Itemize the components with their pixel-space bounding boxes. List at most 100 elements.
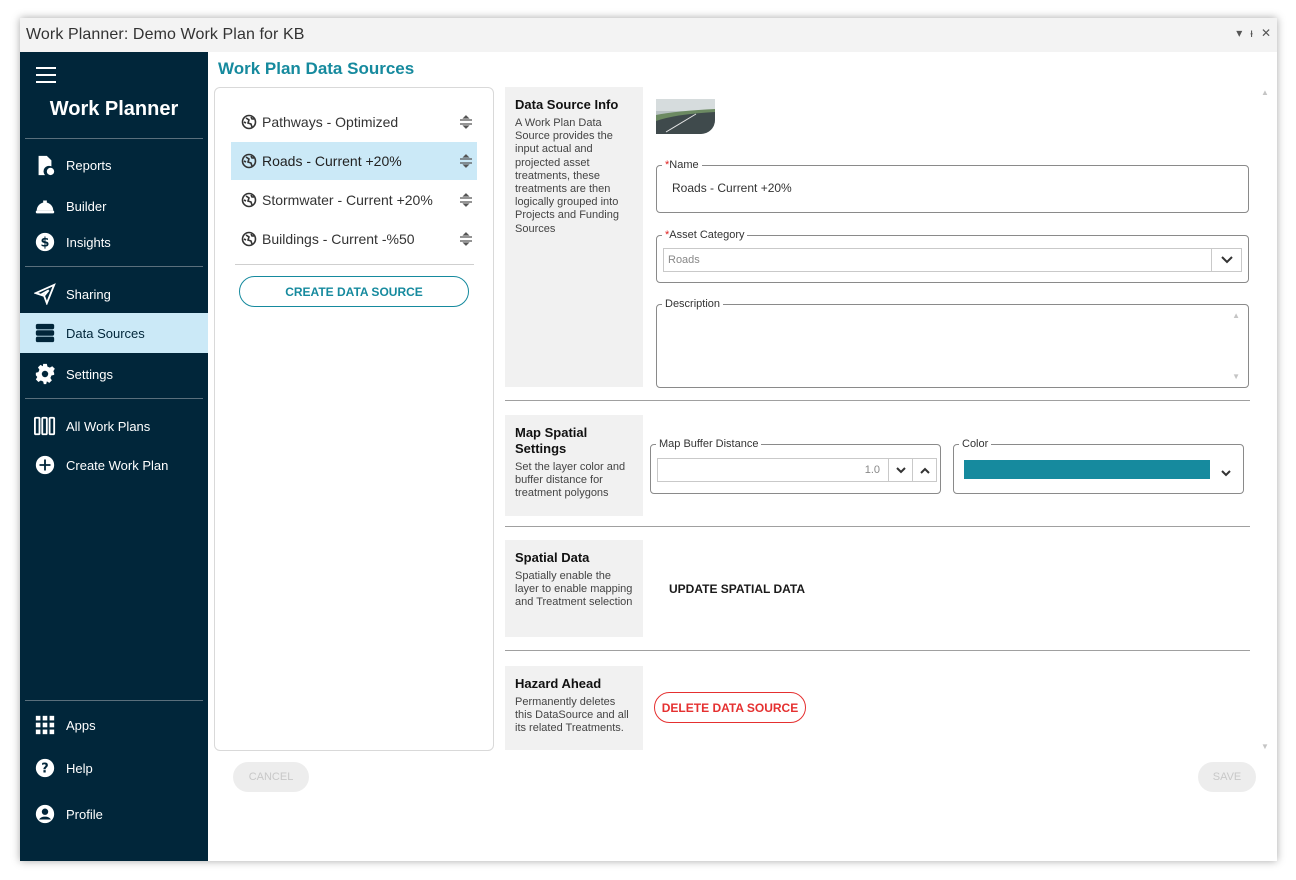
page-scroll-down-icon[interactable]: ▼: [1261, 742, 1269, 751]
section-description: Permanently deletes this DataSource and …: [515, 696, 629, 735]
window-title: Work Planner: Demo Work Plan for KB: [26, 26, 305, 43]
map-spatial-settings-section: Map Spatial Settings Set the layer color…: [505, 415, 643, 516]
sidebar-item-label: Builder: [66, 198, 107, 214]
data-source-label: Roads - Current +20%: [262, 153, 402, 169]
pin-icon[interactable]: ᵻ: [1250, 26, 1253, 40]
section-description: Set the layer color and buffer distance …: [515, 461, 626, 500]
increment-chevron-up-icon[interactable]: [912, 459, 936, 481]
sidebar-divider: [25, 398, 203, 399]
drag-handle-icon[interactable]: [459, 115, 473, 129]
map-buffer-distance-input[interactable]: 1.0: [657, 458, 937, 482]
section-divider: [505, 650, 1250, 651]
map-buffer-distance-field[interactable]: Map Buffer Distance 1.0: [650, 437, 941, 494]
sidebar: Work Planner Reports Builder $ Insights …: [20, 52, 208, 861]
list-item[interactable]: Pathways - Optimized: [231, 103, 477, 141]
sidebar-item-all-work-plans[interactable]: All Work Plans: [20, 406, 208, 446]
sidebar-item-label: All Work Plans: [66, 418, 151, 434]
create-data-source-button[interactable]: CREATE DATA SOURCE: [239, 276, 469, 307]
database-icon: [34, 322, 56, 344]
app-brand: Work Planner: [49, 98, 179, 120]
list-item[interactable]: Buildings - Current -%50: [231, 220, 477, 258]
name-field[interactable]: *Name Roads - Current +20%: [656, 158, 1249, 213]
scroll-down-icon[interactable]: ▼: [1232, 372, 1240, 381]
asset-category-select[interactable]: Roads: [663, 248, 1242, 272]
sidebar-item-help[interactable]: ? Help: [20, 748, 208, 788]
sidebar-divider: [25, 700, 203, 701]
sidebar-item-label: Data Sources: [66, 325, 145, 341]
cancel-button[interactable]: CANCEL: [233, 762, 309, 792]
data-source-info-section: Data Source Info A Work Plan Data Source…: [505, 87, 643, 387]
title-bar: Work Planner: Demo Work Plan for KB ▾ ᵻ …: [20, 18, 1277, 52]
hardhat-icon: [34, 195, 56, 217]
sidebar-item-label: Settings: [66, 366, 113, 382]
grid-icon: [34, 714, 56, 736]
map-buffer-distance-label: Map Buffer Distance: [656, 437, 762, 451]
dollar-icon: $: [34, 231, 56, 253]
sidebar-item-apps[interactable]: Apps: [20, 705, 208, 745]
section-divider: [505, 400, 1250, 401]
drag-handle-icon[interactable]: [459, 193, 473, 207]
sidebar-item-label: Profile: [66, 806, 103, 822]
data-source-label: Buildings - Current -%50: [262, 231, 415, 247]
decrement-chevron-down-icon[interactable]: [888, 459, 912, 481]
chevron-down-icon[interactable]: [1221, 464, 1231, 482]
spatial-data-section: Spatial Data Spatially enable the layer …: [505, 540, 643, 637]
section-title: Spatial Data: [515, 550, 590, 565]
asset-category-field[interactable]: *Asset Category Roads: [656, 228, 1249, 283]
section-divider: [505, 526, 1250, 527]
drag-handle-icon[interactable]: [459, 154, 473, 168]
sidebar-divider: [25, 266, 203, 267]
sidebar-divider: [25, 138, 203, 139]
sidebar-item-builder[interactable]: Builder: [20, 186, 208, 226]
save-button[interactable]: SAVE: [1198, 762, 1256, 792]
list-item[interactable]: Stormwater - Current +20%: [231, 181, 477, 219]
globe-icon: [241, 153, 257, 169]
sidebar-item-label: Reports: [66, 157, 112, 173]
description-label: Description: [662, 297, 724, 311]
sidebar-item-settings[interactable]: Settings: [20, 354, 208, 394]
window-controls: ▾ ᵻ ✕: [1236, 26, 1271, 40]
list-item[interactable]: Roads - Current +20%: [231, 142, 477, 180]
sidebar-item-label: Insights: [66, 234, 111, 250]
page-scroll-up-icon[interactable]: ▲: [1261, 88, 1269, 97]
hazard-ahead-section: Hazard Ahead Permanently deletes this Da…: [505, 666, 643, 750]
user-icon: [34, 803, 56, 825]
color-label: Color: [959, 437, 992, 451]
section-description: Spatially enable the layer to enable map…: [515, 570, 633, 609]
scroll-up-icon[interactable]: ▲: [1232, 311, 1240, 320]
sidebar-item-profile[interactable]: Profile: [20, 794, 208, 834]
plus-circle-icon: [34, 454, 56, 476]
close-icon[interactable]: ✕: [1261, 26, 1271, 40]
name-field-label: *Name: [662, 158, 702, 172]
globe-icon: [241, 114, 257, 130]
name-input[interactable]: Roads - Current +20%: [672, 181, 792, 195]
data-source-label: Stormwater - Current +20%: [262, 192, 433, 208]
sidebar-item-label: Apps: [66, 717, 96, 733]
chevron-down-icon[interactable]: [1211, 249, 1241, 271]
app-window: Work Planner: Demo Work Plan for KB ▾ ᵻ …: [20, 18, 1277, 861]
report-icon: [34, 154, 56, 176]
asset-category-value: Roads: [668, 254, 700, 266]
paper-plane-icon: [34, 283, 56, 305]
color-swatch[interactable]: [964, 460, 1210, 479]
update-spatial-data-button[interactable]: UPDATE SPATIAL DATA: [669, 582, 805, 596]
sidebar-item-reports[interactable]: Reports: [20, 145, 208, 185]
sidebar-item-insights[interactable]: $ Insights: [20, 222, 208, 262]
hamburger-menu-icon[interactable]: [36, 67, 56, 88]
drag-handle-icon[interactable]: [459, 232, 473, 246]
description-field[interactable]: Description ▲ ▼: [656, 297, 1249, 388]
list-divider: [235, 264, 474, 265]
delete-data-source-button[interactable]: DELETE DATA SOURCE: [654, 692, 806, 723]
sidebar-item-data-sources[interactable]: Data Sources: [20, 313, 208, 353]
globe-icon: [241, 192, 257, 208]
sidebar-item-label: Help: [66, 760, 93, 776]
sidebar-item-label: Create Work Plan: [66, 457, 169, 473]
data-source-label: Pathways - Optimized: [262, 114, 399, 130]
sidebar-item-create-work-plan[interactable]: Create Work Plan: [20, 445, 208, 485]
section-title: Hazard Ahead: [515, 676, 602, 691]
dropdown-icon[interactable]: ▾: [1236, 26, 1242, 40]
sidebar-item-sharing[interactable]: Sharing: [20, 274, 208, 314]
color-field[interactable]: Color: [953, 437, 1244, 494]
data-source-list-panel: Pathways - Optimized Roads - Current +20…: [214, 87, 494, 751]
section-title: Map Spatial Settings: [515, 425, 588, 456]
